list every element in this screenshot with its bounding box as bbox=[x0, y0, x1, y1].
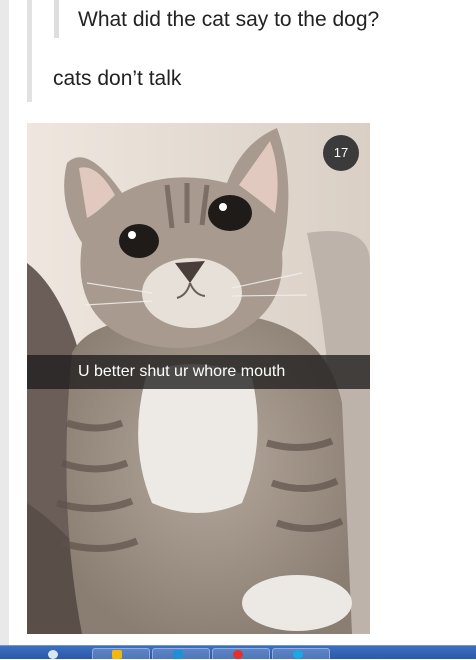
snap-caption-text: U better shut ur whore mouth bbox=[78, 363, 286, 380]
quoted-question-text: What did the cat say to the dog? bbox=[78, 8, 380, 31]
inner-quote-bar bbox=[54, 0, 59, 38]
reply-text: cats don’t talk bbox=[53, 67, 182, 90]
page-edge bbox=[0, 0, 9, 645]
windows-taskbar bbox=[0, 645, 476, 660]
outer-quote-bar bbox=[27, 0, 32, 102]
snap-timer-badge: 17 bbox=[323, 135, 359, 171]
